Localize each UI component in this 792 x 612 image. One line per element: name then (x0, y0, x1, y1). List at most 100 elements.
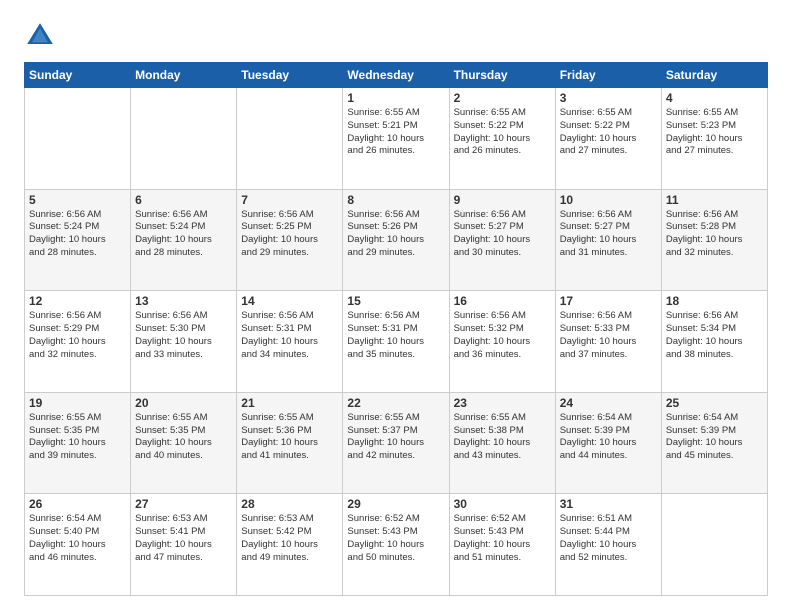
logo-icon (24, 20, 56, 52)
day-info: Sunrise: 6:56 AM Sunset: 5:34 PM Dayligh… (666, 310, 763, 361)
weekday-row: SundayMondayTuesdayWednesdayThursdayFrid… (25, 63, 768, 88)
day-cell-24: 24Sunrise: 6:54 AM Sunset: 5:39 PM Dayli… (555, 392, 661, 494)
day-number: 3 (560, 91, 657, 105)
day-info: Sunrise: 6:53 AM Sunset: 5:41 PM Dayligh… (135, 513, 232, 564)
day-info: Sunrise: 6:56 AM Sunset: 5:24 PM Dayligh… (29, 209, 126, 260)
day-cell-27: 27 Sunrise: 6:53 AM Sunset: 5:41 PM Dayli… (131, 494, 237, 596)
day-number: 23 (454, 396, 551, 410)
day-cell-7: 7 Sunrise: 6:56 AM Sunset: 5:25 PM Daylig… (237, 189, 343, 291)
day-cell-29: 29 Sunrise: 6:52 AM Sunset: 5:43 PM Dayli… (343, 494, 449, 596)
day-number: 10 (560, 193, 657, 207)
logo (24, 20, 62, 52)
day-info: Sunrise: 6:56 AM Sunset: 5:25 PM Dayligh… (241, 209, 338, 260)
weekday-header-thursday: Thursday (449, 63, 555, 88)
day-info: Sunrise: 6:56 AM Sunset: 5:27 PM Dayligh… (454, 209, 551, 260)
day-number: 29 (347, 497, 444, 511)
day-info: Sunrise: 6:55 AM Sunset: 5:36 PM Dayligh… (241, 412, 338, 463)
day-cell-14: 14 Sunrise: 6:56 AM Sunset: 5:31 PM Dayli… (237, 291, 343, 393)
week-row-5: 26Sunrise: 6:54 AM Sunset: 5:40 PM Dayli… (25, 494, 768, 596)
day-number: 5 (29, 193, 126, 207)
day-info: Sunrise: 6:55 AM Sunset: 5:35 PM Dayligh… (135, 412, 232, 463)
day-cell-15: 15Sunrise: 6:56 AM Sunset: 5:31 PM Dayli… (343, 291, 449, 393)
day-info: Sunrise: 6:55 AM Sunset: 5:37 PM Dayligh… (347, 412, 444, 463)
day-info: Sunrise: 6:55 AM Sunset: 5:38 PM Dayligh… (454, 412, 551, 463)
day-number: 25 (666, 396, 763, 410)
week-row-4: 19Sunrise: 6:55 AM Sunset: 5:35 PM Dayli… (25, 392, 768, 494)
day-cell-9: 9 Sunrise: 6:56 AM Sunset: 5:27 PM Daylig… (449, 189, 555, 291)
day-cell-11: 11 Sunrise: 6:56 AM Sunset: 5:28 PM Dayli… (661, 189, 767, 291)
day-number: 13 (135, 294, 232, 308)
day-number: 27 (135, 497, 232, 511)
day-cell-2: 2 Sunrise: 6:55 AM Sunset: 5:22 PM Daylig… (449, 88, 555, 190)
day-number: 1 (347, 91, 444, 105)
day-cell-19: 19Sunrise: 6:55 AM Sunset: 5:35 PM Dayli… (25, 392, 131, 494)
day-number: 7 (241, 193, 338, 207)
weekday-header-monday: Monday (131, 63, 237, 88)
day-info: Sunrise: 6:55 AM Sunset: 5:22 PM Dayligh… (560, 107, 657, 158)
day-cell-26: 26Sunrise: 6:54 AM Sunset: 5:40 PM Dayli… (25, 494, 131, 596)
empty-cell (237, 88, 343, 190)
day-info: Sunrise: 6:56 AM Sunset: 5:32 PM Dayligh… (454, 310, 551, 361)
day-info: Sunrise: 6:51 AM Sunset: 5:44 PM Dayligh… (560, 513, 657, 564)
page: SundayMondayTuesdayWednesdayThursdayFrid… (0, 0, 792, 612)
empty-cell (661, 494, 767, 596)
day-info: Sunrise: 6:55 AM Sunset: 5:22 PM Dayligh… (454, 107, 551, 158)
day-number: 24 (560, 396, 657, 410)
day-cell-5: 5 Sunrise: 6:56 AM Sunset: 5:24 PM Daylig… (25, 189, 131, 291)
day-number: 4 (666, 91, 763, 105)
weekday-header-sunday: Sunday (25, 63, 131, 88)
day-cell-25: 25Sunrise: 6:54 AM Sunset: 5:39 PM Dayli… (661, 392, 767, 494)
day-number: 6 (135, 193, 232, 207)
day-number: 8 (347, 193, 444, 207)
day-number: 11 (666, 193, 763, 207)
day-cell-12: 12 Sunrise: 6:56 AM Sunset: 5:29 PM Dayli… (25, 291, 131, 393)
day-info: Sunrise: 6:53 AM Sunset: 5:42 PM Dayligh… (241, 513, 338, 564)
calendar-header: SundayMondayTuesdayWednesdayThursdayFrid… (25, 63, 768, 88)
day-cell-28: 28Sunrise: 6:53 AM Sunset: 5:42 PM Dayli… (237, 494, 343, 596)
day-cell-23: 23 Sunrise: 6:55 AM Sunset: 5:38 PM Dayli… (449, 392, 555, 494)
day-number: 14 (241, 294, 338, 308)
day-cell-17: 17 Sunrise: 6:56 AM Sunset: 5:33 PM Dayli… (555, 291, 661, 393)
day-info: Sunrise: 6:56 AM Sunset: 5:27 PM Dayligh… (560, 209, 657, 260)
day-number: 9 (454, 193, 551, 207)
week-row-2: 5 Sunrise: 6:56 AM Sunset: 5:24 PM Daylig… (25, 189, 768, 291)
day-cell-6: 6 Sunrise: 6:56 AM Sunset: 5:24 PM Daylig… (131, 189, 237, 291)
weekday-header-saturday: Saturday (661, 63, 767, 88)
day-number: 15 (347, 294, 444, 308)
day-info: Sunrise: 6:56 AM Sunset: 5:26 PM Dayligh… (347, 209, 444, 260)
day-info: Sunrise: 6:56 AM Sunset: 5:33 PM Dayligh… (560, 310, 657, 361)
day-cell-16: 16 Sunrise: 6:56 AM Sunset: 5:32 PM Dayli… (449, 291, 555, 393)
day-cell-3: 3 Sunrise: 6:55 AM Sunset: 5:22 PM Daylig… (555, 88, 661, 190)
day-info: Sunrise: 6:56 AM Sunset: 5:28 PM Dayligh… (666, 209, 763, 260)
day-number: 2 (454, 91, 551, 105)
day-number: 22 (347, 396, 444, 410)
empty-cell (131, 88, 237, 190)
day-info: Sunrise: 6:52 AM Sunset: 5:43 PM Dayligh… (347, 513, 444, 564)
week-row-3: 12 Sunrise: 6:56 AM Sunset: 5:29 PM Dayli… (25, 291, 768, 393)
day-number: 30 (454, 497, 551, 511)
day-cell-20: 20Sunrise: 6:55 AM Sunset: 5:35 PM Dayli… (131, 392, 237, 494)
day-info: Sunrise: 6:55 AM Sunset: 5:23 PM Dayligh… (666, 107, 763, 158)
day-cell-21: 21 Sunrise: 6:55 AM Sunset: 5:36 PM Dayli… (237, 392, 343, 494)
day-number: 17 (560, 294, 657, 308)
calendar-body: 1Sunrise: 6:55 AM Sunset: 5:21 PM Daylig… (25, 88, 768, 596)
day-number: 26 (29, 497, 126, 511)
day-cell-22: 22 Sunrise: 6:55 AM Sunset: 5:37 PM Dayli… (343, 392, 449, 494)
day-info: Sunrise: 6:52 AM Sunset: 5:43 PM Dayligh… (454, 513, 551, 564)
day-info: Sunrise: 6:56 AM Sunset: 5:24 PM Dayligh… (135, 209, 232, 260)
day-info: Sunrise: 6:56 AM Sunset: 5:29 PM Dayligh… (29, 310, 126, 361)
day-cell-31: 31Sunrise: 6:51 AM Sunset: 5:44 PM Dayli… (555, 494, 661, 596)
day-cell-8: 8 Sunrise: 6:56 AM Sunset: 5:26 PM Daylig… (343, 189, 449, 291)
day-info: Sunrise: 6:56 AM Sunset: 5:30 PM Dayligh… (135, 310, 232, 361)
weekday-header-friday: Friday (555, 63, 661, 88)
day-cell-10: 10 Sunrise: 6:56 AM Sunset: 5:27 PM Dayli… (555, 189, 661, 291)
day-info: Sunrise: 6:56 AM Sunset: 5:31 PM Dayligh… (241, 310, 338, 361)
day-number: 18 (666, 294, 763, 308)
day-cell-4: 4 Sunrise: 6:55 AM Sunset: 5:23 PM Daylig… (661, 88, 767, 190)
day-info: Sunrise: 6:55 AM Sunset: 5:35 PM Dayligh… (29, 412, 126, 463)
weekday-header-tuesday: Tuesday (237, 63, 343, 88)
weekday-header-wednesday: Wednesday (343, 63, 449, 88)
day-number: 16 (454, 294, 551, 308)
day-number: 12 (29, 294, 126, 308)
day-number: 21 (241, 396, 338, 410)
